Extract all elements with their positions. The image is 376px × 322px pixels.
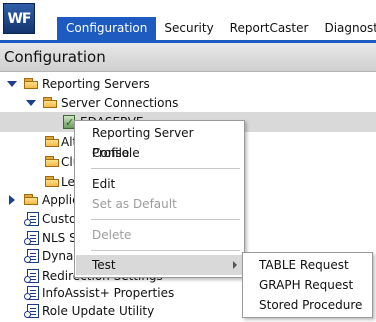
menu-item-edit[interactable]: Edit xyxy=(76,174,243,194)
menu-separator xyxy=(91,168,240,169)
test-submenu: TABLE Request GRAPH Request Stored Proce… xyxy=(242,252,373,318)
menu-item-reporting-server-console[interactable]: Reporting Server Console xyxy=(76,123,243,160)
menu-item-test[interactable]: Test xyxy=(76,255,243,275)
submenu-item-table-request[interactable]: TABLE Request xyxy=(244,255,371,275)
properties-icon xyxy=(24,249,39,263)
tree-node-label: Custo xyxy=(42,212,77,226)
tree-node-label: Role Update Utility xyxy=(42,304,155,318)
properties-icon xyxy=(24,269,39,283)
tab-diagnostics[interactable]: Diagnostics xyxy=(316,17,376,40)
folder-icon xyxy=(45,156,60,167)
properties-icon xyxy=(24,286,39,300)
menu-separator xyxy=(91,219,240,220)
menu-item-label: Test xyxy=(92,258,116,272)
folder-icon xyxy=(24,78,39,89)
submenu-item-stored-procedure[interactable]: Stored Procedure xyxy=(244,295,371,315)
folder-icon xyxy=(45,136,60,147)
submenu-item-graph-request[interactable]: GRAPH Request xyxy=(244,275,371,295)
app-header: WF Configuration Security ReportCaster D… xyxy=(0,0,376,40)
collapse-icon[interactable] xyxy=(7,81,17,87)
webfocus-logo: WF xyxy=(3,3,35,34)
panel-title: Configuration xyxy=(0,43,376,72)
tree-node-server-connections[interactable]: Server Connections xyxy=(0,93,376,113)
properties-icon xyxy=(24,231,39,245)
folder-icon xyxy=(45,176,60,187)
tab-security[interactable]: Security xyxy=(156,17,221,40)
properties-icon xyxy=(24,212,39,226)
tab-configuration[interactable]: Configuration xyxy=(57,17,157,40)
context-menu: Reporting Server Console Profile Edit Se… xyxy=(74,120,245,278)
tree-node-label: Dyna xyxy=(42,249,74,263)
menu-item-delete: Delete xyxy=(92,228,132,242)
tree-node-label: Reporting Servers xyxy=(42,77,150,91)
menu-item-profile[interactable]: Profile xyxy=(76,143,243,163)
tab-reportcaster[interactable]: ReportCaster xyxy=(222,17,317,40)
tree-node-label: Le xyxy=(61,175,75,189)
tree-node-label: Server Connections xyxy=(61,96,179,110)
expand-icon[interactable] xyxy=(9,195,15,205)
tree-node-label: NLS S xyxy=(42,231,77,245)
tree-node-label: InfoAssist+ Properties xyxy=(42,286,175,300)
main-tabs: Configuration Security ReportCaster Diag… xyxy=(57,17,376,40)
folder-icon xyxy=(43,97,58,108)
properties-icon xyxy=(24,304,39,318)
submenu-arrow-icon xyxy=(233,261,237,269)
folder-icon xyxy=(24,194,39,205)
collapse-icon[interactable] xyxy=(26,100,36,106)
menu-separator xyxy=(91,250,240,251)
menu-item-set-as-default: Set as Default xyxy=(92,197,177,211)
tree-node-reporting-servers[interactable]: Reporting Servers xyxy=(0,74,376,94)
